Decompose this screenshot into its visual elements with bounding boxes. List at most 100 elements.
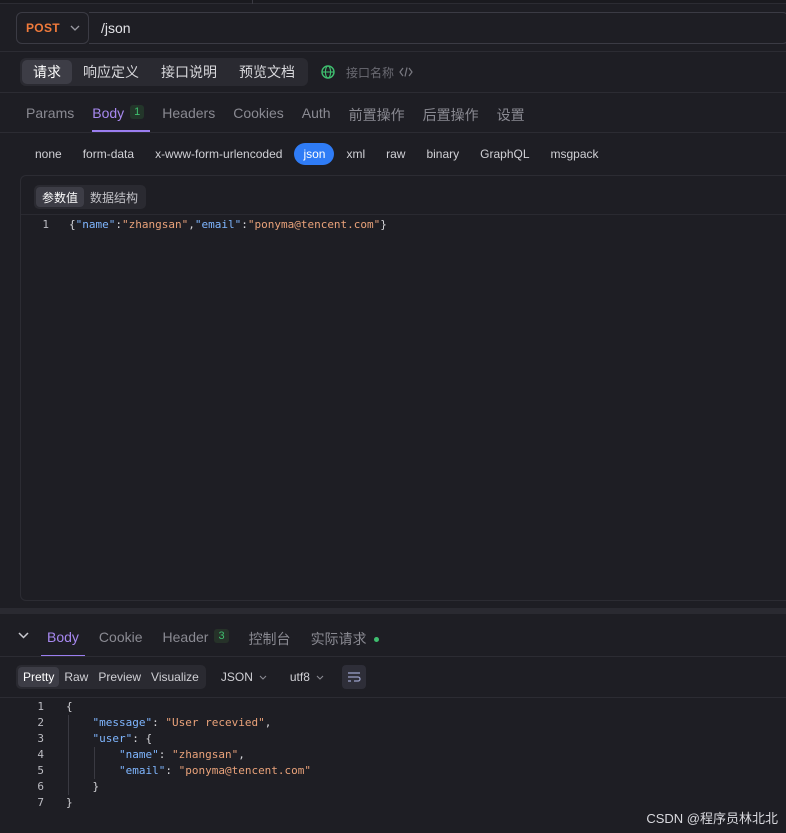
format-label: JSON xyxy=(220,670,253,684)
tab-label: Body xyxy=(47,629,79,645)
segment-request[interactable]: 请求 xyxy=(22,60,72,84)
response-tab-console[interactable]: 控制台 xyxy=(249,624,291,657)
response-tab-header[interactable]: Header 3 xyxy=(163,624,229,657)
body-type-json[interactable]: json xyxy=(294,143,335,165)
line-number: 1 xyxy=(42,218,49,231)
body-type-form-data[interactable]: form-data xyxy=(74,143,143,165)
watermark: CSDN @程序员林北北 xyxy=(646,811,778,826)
panel-resize-handle[interactable] xyxy=(0,608,786,614)
tab-label: 控制台 xyxy=(248,631,291,647)
editor-subtabs: 参数值 数据结构 xyxy=(34,185,147,209)
response-tab-actual-request[interactable]: 实际请求 xyxy=(311,624,379,657)
code-icon[interactable] xyxy=(399,66,413,80)
line-number: 1 xyxy=(37,700,44,713)
wrap-lines-button[interactable] xyxy=(341,665,366,689)
tab-label: 设置 xyxy=(496,107,525,123)
status-dot-icon xyxy=(373,637,379,642)
divider xyxy=(0,51,786,52)
tab-body[interactable]: Body 1 xyxy=(92,100,151,132)
tab-label: Headers xyxy=(162,105,216,121)
response-tab-cookie[interactable]: Cookie xyxy=(99,624,143,657)
body-type-raw[interactable]: raw xyxy=(377,143,414,165)
line-number: 4 xyxy=(37,748,44,761)
tab-label: Cookie xyxy=(98,629,143,645)
body-type-binary[interactable]: binary xyxy=(417,143,468,165)
method-label: POST xyxy=(26,21,60,35)
request-body-editor[interactable]: 参数值 数据结构 1 {"name":"zhangsan","email":"p… xyxy=(20,175,786,601)
view-pretty[interactable]: Pretty xyxy=(18,667,60,687)
url-input[interactable]: /json xyxy=(89,12,786,44)
tab-headers[interactable]: Headers xyxy=(162,100,215,132)
code-line: 3 "user": { xyxy=(20,731,311,747)
divider xyxy=(21,214,786,215)
line-number: 7 xyxy=(37,796,44,809)
tab-settings[interactable]: 设置 xyxy=(497,100,525,132)
chevron-down-icon[interactable] xyxy=(18,624,29,642)
chevron-down-icon xyxy=(316,675,324,680)
tab-label: Auth xyxy=(301,105,331,121)
code-line: 1 {"name":"zhangsan","email":"ponyma@ten… xyxy=(21,218,387,231)
tab-param-values[interactable]: 参数值 xyxy=(36,187,85,207)
divider xyxy=(0,656,786,657)
tab-params[interactable]: Params xyxy=(26,100,74,132)
wrap-lines-icon xyxy=(347,672,361,682)
globe-icon[interactable] xyxy=(321,65,335,79)
body-type-urlencoded[interactable]: x-www-form-urlencoded xyxy=(146,143,291,165)
code-line: 5 "email": "ponyma@tencent.com" xyxy=(20,763,311,779)
count-badge: 1 xyxy=(130,105,145,119)
chevron-down-icon xyxy=(70,23,80,34)
code-line: 7} xyxy=(20,795,311,811)
tab-label: Body xyxy=(92,105,125,121)
method-select[interactable]: POST xyxy=(16,12,89,44)
chevron-down-icon xyxy=(259,675,267,680)
tab-label: 后置操作 xyxy=(422,107,479,123)
tab-label: 前置操作 xyxy=(348,107,405,123)
divider xyxy=(0,697,786,698)
tab-label: Params xyxy=(26,105,75,121)
response-tab-body[interactable]: Body xyxy=(41,624,85,657)
body-type-graphql[interactable]: GraphQL xyxy=(471,143,538,165)
tab-data-structure[interactable]: 数据结构 xyxy=(84,187,144,207)
tab-cookies[interactable]: Cookies xyxy=(233,100,284,132)
tab-label: Header xyxy=(162,629,209,645)
body-type-none[interactable]: none xyxy=(26,143,71,165)
line-number: 2 xyxy=(37,716,44,729)
tab-auth[interactable]: Auth xyxy=(302,100,331,132)
view-preview[interactable]: Preview xyxy=(93,667,146,687)
tab-label: Cookies xyxy=(233,105,284,121)
line-number: 6 xyxy=(37,780,44,793)
api-name-placeholder: 接口名称 xyxy=(346,66,395,80)
segment-preview-docs[interactable]: 预览文档 xyxy=(228,60,306,84)
api-name-input[interactable]: 接口名称 xyxy=(346,64,413,81)
line-number: 3 xyxy=(37,732,44,745)
response-view-bar: Pretty Raw Preview Visualize JSON utf8 xyxy=(16,665,366,689)
code-line: 6 } xyxy=(20,779,311,795)
view-visualize[interactable]: Visualize xyxy=(146,667,204,687)
segment-api-description[interactable]: 接口说明 xyxy=(150,60,228,84)
divider xyxy=(0,92,786,93)
body-type-selector: none form-data x-www-form-urlencoded jso… xyxy=(26,143,611,165)
encoding-label: utf8 xyxy=(289,670,310,684)
line-number: 5 xyxy=(37,764,44,777)
tab-label: 实际请求 xyxy=(310,631,367,647)
body-type-xml[interactable]: xml xyxy=(337,143,374,165)
view-raw[interactable]: Raw xyxy=(59,667,93,687)
response-body-code[interactable]: 1{ 2 "message": "User recevied", 3 "user… xyxy=(20,699,311,811)
format-dropdown[interactable]: JSON xyxy=(221,670,267,684)
request-body-code[interactable]: {"name":"zhangsan","email":"ponyma@tence… xyxy=(69,218,387,231)
body-type-msgpack[interactable]: msgpack xyxy=(542,143,608,165)
encoding-dropdown[interactable]: utf8 xyxy=(290,670,324,684)
top-strip xyxy=(0,0,786,4)
segment-response-definition[interactable]: 响应定义 xyxy=(72,60,150,84)
url-bar: POST /json xyxy=(16,12,786,44)
tab-pre-operations[interactable]: 前置操作 xyxy=(349,100,405,132)
code-line: 2 "message": "User recevied", xyxy=(20,715,311,731)
code-line: 1{ xyxy=(20,699,311,715)
code-line: 4 "name": "zhangsan", xyxy=(20,747,311,763)
tab-post-operations[interactable]: 后置操作 xyxy=(423,100,479,132)
view-mode-selector: Pretty Raw Preview Visualize xyxy=(16,665,206,689)
response-tabs: Body Cookie Header 3 控制台 实际请求 xyxy=(18,624,399,657)
count-badge: 3 xyxy=(214,629,229,643)
divider xyxy=(0,132,786,133)
request-tabs: Params Body 1 Headers Cookies Auth 前置操作 … xyxy=(26,100,543,132)
